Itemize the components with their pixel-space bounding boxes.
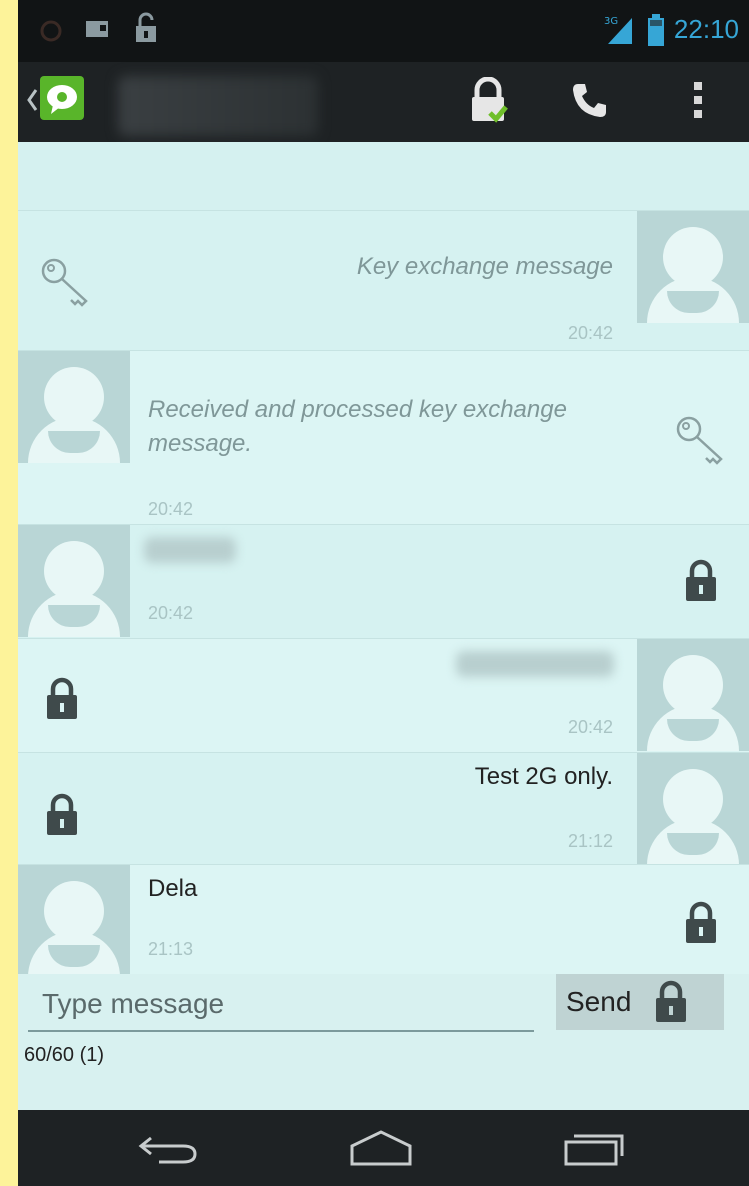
sim-card-icon [84,18,110,44]
call-button[interactable] [564,74,616,126]
send-button[interactable]: Send [556,974,724,1030]
compose-area: Send 60/60 (1) [18,974,749,1110]
status-time: 22:10 [673,14,739,44]
phone-screen: 3G 22:10 Key exchange message 20:42 Rece… [18,0,749,1186]
network-label: 3G [604,16,618,27]
list-item[interactable]: Key exchange message 20:42 [18,210,749,351]
avatar[interactable] [637,211,749,323]
avatar[interactable] [18,525,130,637]
list-item[interactable]: Test 2G only. 21:12 [18,752,749,865]
message-input-wrapper [28,982,534,1032]
list-item[interactable]: Received and processed key exchange mess… [18,350,749,525]
battery-icon [648,14,664,50]
message-time: 20:42 [567,717,613,737]
list-item[interactable]: 20:42 [18,638,749,753]
secure-lock-icon [472,77,508,123]
message-time: 20:42 [567,323,613,343]
conversation-header-space [18,142,749,210]
action-bar [18,62,749,142]
avatar[interactable] [637,753,749,865]
recent-apps-icon [564,1134,624,1166]
back-button[interactable] [124,1122,214,1174]
message-time: 21:13 [148,939,194,959]
lock-icon [656,980,687,1022]
lock-icon [44,677,80,725]
notification-icon [40,20,62,46]
recent-apps-button[interactable] [548,1122,638,1174]
app-icon[interactable] [40,76,84,120]
message-time: 20:42 [148,603,194,623]
back-chevron-icon[interactable] [26,88,38,116]
message-time: 20:42 [148,499,194,519]
key-icon [675,415,727,471]
message-text: Received and processed key exchange mess… [148,396,567,457]
avatar[interactable] [18,351,130,463]
avatar[interactable] [637,639,749,751]
list-item[interactable]: 20:42 [18,524,749,639]
home-icon [350,1130,412,1166]
list-item[interactable]: Dela 21:13 [18,864,749,977]
unlock-icon [134,12,158,48]
message-text-redacted [456,651,614,677]
navigation-bar [18,1110,749,1186]
overflow-menu-icon [694,82,702,118]
overflow-menu-button[interactable] [672,74,724,126]
lock-icon [44,793,80,841]
avatar[interactable] [18,865,130,977]
key-icon [40,257,92,313]
back-arrow-icon [138,1136,197,1164]
message-text: Key exchange message [356,253,613,280]
message-time: 21:12 [567,831,613,851]
signal-icon: 3G [604,12,636,50]
message-text: Test 2G only. [474,763,613,790]
message-text-redacted [144,537,236,563]
home-button[interactable] [336,1122,426,1174]
contact-name-redacted [118,76,318,136]
status-bar: 3G 22:10 [18,0,749,62]
send-label: Send [566,986,632,1017]
lock-icon [683,559,719,607]
lock-icon [683,901,719,949]
message-text: Dela [148,875,198,902]
message-input[interactable] [28,982,534,1026]
phone-icon [573,84,606,117]
character-counter: 60/60 (1) [24,1044,105,1066]
secure-lock-button[interactable] [462,74,514,126]
